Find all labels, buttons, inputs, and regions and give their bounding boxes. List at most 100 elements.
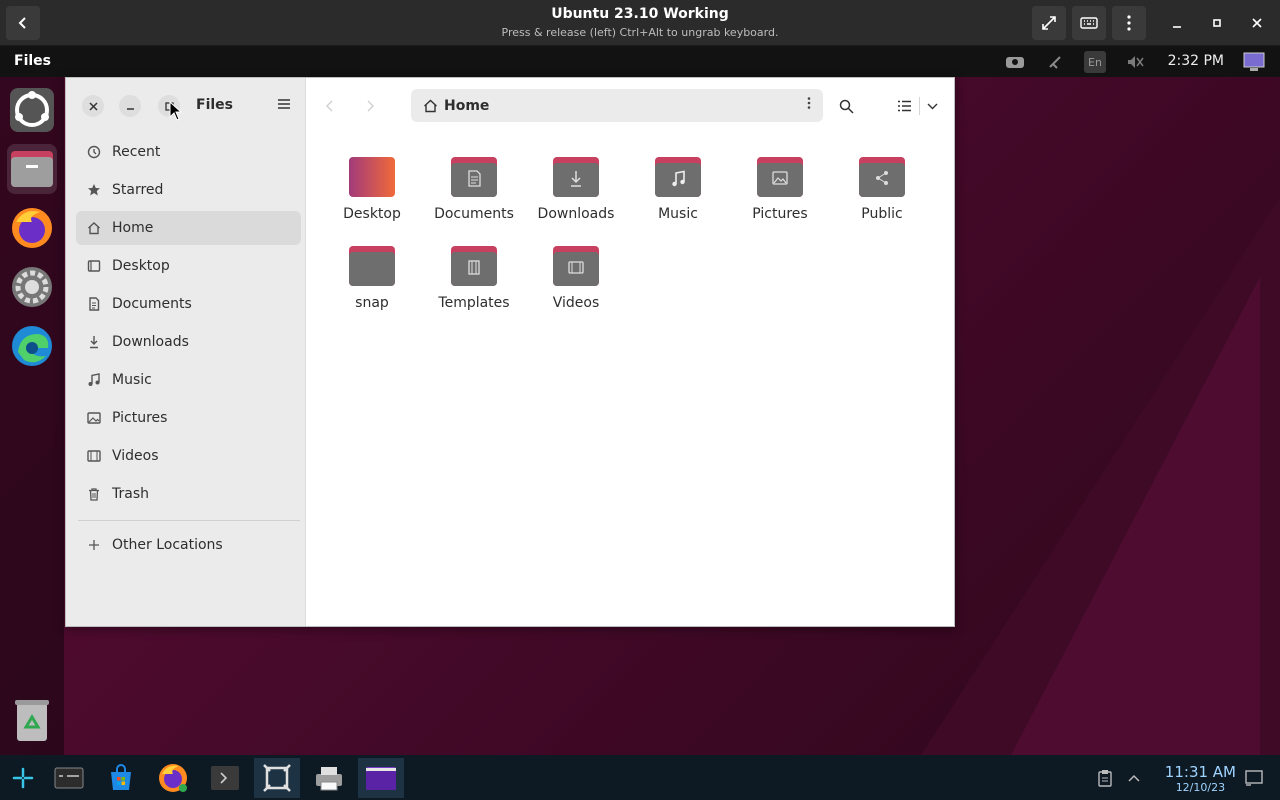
recycle-bin-icon bbox=[15, 700, 49, 741]
taskbar-task-view[interactable] bbox=[46, 758, 92, 798]
folder-name: Documents bbox=[434, 206, 514, 222]
tray-expand-button[interactable] bbox=[1120, 758, 1148, 798]
firefox-icon bbox=[12, 208, 52, 248]
sidebar-item-label: Starred bbox=[112, 182, 164, 198]
fullscreen-button[interactable] bbox=[1032, 6, 1066, 40]
more-button[interactable] bbox=[1112, 6, 1146, 40]
folder-name: snap bbox=[355, 295, 389, 311]
view-list-button[interactable] bbox=[892, 94, 916, 118]
desktop-folder-icon bbox=[349, 157, 395, 197]
language-indicator[interactable]: En bbox=[1084, 51, 1106, 73]
window-close-button[interactable] bbox=[82, 95, 104, 117]
taskbar-clock[interactable]: 11:31 AM 12/10/23 bbox=[1165, 763, 1236, 794]
sidebar-item-videos[interactable]: Videos bbox=[76, 439, 301, 473]
sidebar-item-documents[interactable]: Documents bbox=[76, 287, 301, 321]
more-vert-icon bbox=[1127, 15, 1131, 31]
viewer-title-bar: Ubuntu 23.10 Working Press & release (le… bbox=[0, 0, 1280, 46]
firefox-icon bbox=[159, 764, 187, 792]
viewer-close-button[interactable] bbox=[1240, 6, 1274, 40]
taskbar-firefox[interactable] bbox=[150, 758, 196, 798]
taskbar-app[interactable] bbox=[254, 758, 300, 798]
sidebar-item-downloads[interactable]: Downloads bbox=[76, 325, 301, 359]
folder-item[interactable]: Documents bbox=[426, 156, 522, 236]
wallpaper-shape bbox=[1010, 277, 1260, 755]
sidebar-item-starred[interactable]: Starred bbox=[76, 173, 301, 207]
main-menu-button[interactable] bbox=[273, 93, 295, 115]
folder-item[interactable]: Downloads bbox=[528, 156, 624, 236]
viewer-minimize-button[interactable] bbox=[1160, 6, 1194, 40]
folder-item[interactable]: snap bbox=[324, 245, 420, 325]
nav-forward-button[interactable] bbox=[359, 95, 381, 117]
taskbar-files[interactable] bbox=[358, 758, 404, 798]
sidebar-item-recent[interactable]: Recent bbox=[76, 135, 301, 169]
sidebar-item-home[interactable]: Home bbox=[76, 211, 301, 245]
folder-icon bbox=[349, 246, 395, 286]
volume-muted-icon[interactable] bbox=[1124, 51, 1146, 73]
sidebar-item-music[interactable]: Music bbox=[76, 363, 301, 397]
dock-files[interactable] bbox=[7, 144, 57, 194]
accessibility-icon[interactable] bbox=[1004, 51, 1026, 73]
folder-item[interactable]: Desktop bbox=[324, 156, 420, 236]
folder-item[interactable]: Pictures bbox=[732, 156, 828, 236]
desktop-icon bbox=[76, 259, 112, 273]
chevron-right-icon bbox=[367, 100, 374, 112]
taskbar-printer[interactable] bbox=[306, 758, 352, 798]
taskbar-store[interactable] bbox=[98, 758, 144, 798]
host-taskbar: 11:31 AM 12/10/23 bbox=[0, 755, 1280, 800]
dock-firefox[interactable] bbox=[7, 203, 57, 253]
display-icon[interactable] bbox=[1242, 51, 1266, 73]
sidebar-item-label: Desktop bbox=[112, 258, 170, 274]
minimize-icon bbox=[1173, 26, 1181, 28]
start-button[interactable] bbox=[0, 758, 46, 798]
sidebar-item-other-locations[interactable]: Other Locations bbox=[76, 528, 301, 562]
dock-ubuntu[interactable] bbox=[7, 85, 57, 135]
sidebar-item-desktop[interactable]: Desktop bbox=[76, 249, 301, 283]
hamburger-menu-icon bbox=[278, 99, 290, 109]
downloads-folder-icon bbox=[553, 157, 599, 197]
sidebar-item-label: Videos bbox=[112, 448, 159, 464]
panel-clock[interactable]: 2:32 PM bbox=[1168, 53, 1224, 69]
search-icon bbox=[839, 99, 854, 114]
music-icon bbox=[76, 373, 112, 387]
sidebar-item-label: Music bbox=[112, 372, 152, 388]
folder-name: Downloads bbox=[537, 206, 615, 222]
plus-icon bbox=[76, 539, 112, 551]
active-app-name[interactable]: Files bbox=[14, 53, 51, 69]
network-icon[interactable] bbox=[1044, 51, 1066, 73]
nav-back-button[interactable] bbox=[319, 95, 341, 117]
path-bar[interactable]: Home bbox=[411, 89, 823, 122]
start-icon bbox=[12, 767, 34, 789]
files-window: Files Recent Starred Home Desktop Docume… bbox=[65, 77, 955, 627]
folder-item[interactable]: Public bbox=[834, 156, 930, 236]
files-icon bbox=[366, 767, 396, 790]
folder-item[interactable]: Videos bbox=[528, 245, 624, 325]
public-folder-icon bbox=[859, 157, 905, 197]
view-options-button[interactable] bbox=[920, 94, 944, 118]
viewer-maximize-button[interactable] bbox=[1200, 6, 1234, 40]
sidebar-item-trash[interactable]: Trash bbox=[76, 477, 301, 511]
taskbar-clipboard[interactable] bbox=[1090, 758, 1120, 798]
fullscreen-icon bbox=[1042, 16, 1056, 30]
dock-edge[interactable] bbox=[7, 321, 57, 371]
folder-item[interactable]: Templates bbox=[426, 245, 522, 325]
maximize-icon bbox=[1213, 19, 1221, 27]
window-minimize-button[interactable] bbox=[119, 95, 141, 117]
clock-icon bbox=[76, 145, 112, 159]
sidebar-item-label: Other Locations bbox=[112, 537, 223, 553]
music-folder-icon bbox=[655, 157, 701, 197]
sidebar-item-pictures[interactable]: Pictures bbox=[76, 401, 301, 435]
dock bbox=[0, 77, 64, 755]
folder-name: Pictures bbox=[752, 206, 808, 222]
search-button[interactable] bbox=[834, 94, 858, 118]
taskbar-terminal[interactable] bbox=[202, 758, 248, 798]
edge-icon bbox=[12, 326, 52, 366]
dock-settings[interactable] bbox=[7, 262, 57, 312]
keyboard-button[interactable] bbox=[1072, 6, 1106, 40]
dock-trash[interactable] bbox=[7, 695, 57, 745]
notifications-button[interactable] bbox=[1236, 758, 1272, 798]
path-menu-icon[interactable] bbox=[807, 97, 811, 113]
app-icon bbox=[263, 764, 291, 792]
ubuntu-icon bbox=[10, 88, 54, 132]
close-icon bbox=[88, 101, 98, 111]
folder-item[interactable]: Music bbox=[630, 156, 726, 236]
